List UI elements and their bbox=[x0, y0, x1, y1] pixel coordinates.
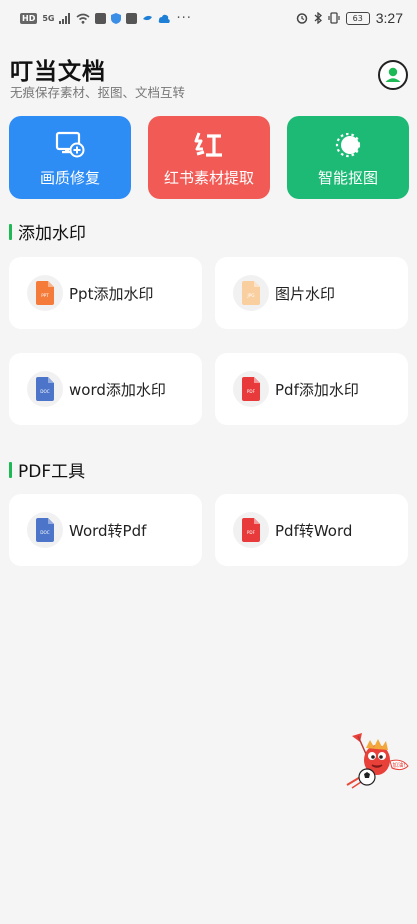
app-notification-icon bbox=[95, 12, 107, 24]
icon-circle: DOC bbox=[27, 512, 63, 548]
icon-circle: PPT bbox=[27, 275, 63, 311]
file-badge-text: PDF bbox=[247, 389, 256, 394]
vibrate-icon bbox=[328, 12, 340, 24]
tool-pdf-watermark[interactable]: PDF Pdf添加水印 bbox=[215, 353, 408, 425]
mail-notification-icon bbox=[126, 12, 138, 24]
tool-label: word添加水印 bbox=[69, 381, 166, 399]
tool-label: Pdf转Word bbox=[275, 522, 353, 540]
tool-pdf-to-word[interactable]: PDF Pdf转Word bbox=[215, 494, 408, 566]
tool-image-watermark[interactable]: JPG 图片水印 bbox=[215, 257, 408, 329]
card-label: 画质修复 bbox=[39, 169, 100, 187]
bird-icon bbox=[143, 15, 153, 20]
section-title: 添加水印 bbox=[18, 224, 86, 244]
icon-circle: DOC bbox=[27, 371, 63, 407]
profile-button[interactable] bbox=[378, 60, 408, 90]
shield-icon bbox=[111, 12, 122, 24]
file-badge-text: PDF bbox=[247, 530, 256, 535]
file-badge-text: DOC bbox=[40, 389, 50, 394]
tool-label: 图片水印 bbox=[275, 285, 336, 303]
icon-circle: PDF bbox=[233, 512, 269, 548]
hong-logo-icon bbox=[194, 132, 222, 157]
card-hongshu-extract[interactable]: 红书素材提取 bbox=[148, 116, 270, 199]
ppt-file-icon: PPT bbox=[36, 281, 54, 305]
status-right: 63 3:27 bbox=[296, 9, 403, 27]
file-badge-text: PPT bbox=[41, 293, 49, 298]
monitor-enhance-icon bbox=[55, 131, 85, 158]
tool-word-watermark[interactable]: DOC word添加水印 bbox=[9, 353, 202, 425]
file-badge-text: DOC bbox=[40, 530, 50, 535]
cloud-icon bbox=[159, 14, 171, 23]
icon-circle: JPG bbox=[233, 275, 269, 311]
cell-signal-icon bbox=[59, 12, 71, 24]
battery-indicator: 63 bbox=[345, 11, 370, 25]
tool-ppt-watermark[interactable]: PPT Ppt添加水印 bbox=[9, 257, 202, 329]
section-accent-bar bbox=[9, 223, 12, 240]
section-watermark-header: 添加水印 bbox=[9, 219, 86, 244]
image-file-icon: JPG bbox=[242, 281, 260, 305]
pdf-file-icon: PDF bbox=[242, 518, 260, 542]
bluetooth-icon bbox=[314, 12, 322, 24]
status-left: HD 5G ··· bbox=[20, 10, 192, 26]
alarm-icon bbox=[296, 13, 307, 24]
card-quality-repair[interactable]: 画质修复 bbox=[9, 116, 131, 199]
more-notifications-icon: ··· bbox=[176, 10, 192, 26]
network-badge: HD bbox=[20, 12, 38, 24]
file-badge-text: JPG bbox=[246, 293, 254, 298]
card-smart-cutout[interactable]: 智能抠图 bbox=[287, 116, 409, 199]
app-subtitle: 无痕保存素材、抠图、文档互转 bbox=[10, 85, 186, 100]
card-label: 智能抠图 bbox=[317, 169, 378, 187]
mascot-soccer-icon: 加油! bbox=[346, 733, 409, 789]
doc-file-icon: DOC bbox=[36, 377, 54, 401]
tool-word-to-pdf[interactable]: DOC Word转Pdf bbox=[9, 494, 202, 566]
status-time: 3:27 bbox=[375, 10, 403, 26]
wifi-icon bbox=[76, 13, 90, 24]
tool-label: Word转Pdf bbox=[69, 522, 147, 540]
section-pdf-header: PDF工具 bbox=[9, 457, 85, 482]
doc-file-icon: DOC bbox=[36, 518, 54, 542]
mascot-text: 加油! bbox=[392, 761, 405, 769]
pdf-file-icon: PDF bbox=[242, 377, 260, 401]
section-accent-bar bbox=[9, 461, 12, 478]
app-title: 叮当文档 bbox=[10, 59, 106, 85]
status-bar: HD 5G ··· 63 3:27 bbox=[0, 0, 417, 36]
user-avatar-icon bbox=[385, 67, 401, 82]
section-title: PDF工具 bbox=[18, 462, 86, 482]
smart-cutout-icon bbox=[335, 132, 361, 158]
icon-circle: PDF bbox=[233, 371, 269, 407]
card-label: 红书素材提取 bbox=[163, 169, 254, 187]
floating-mascot[interactable]: 加油! bbox=[344, 730, 410, 794]
tool-label: Pdf添加水印 bbox=[275, 381, 359, 399]
signal-label: 5G bbox=[42, 13, 55, 23]
tool-label: Ppt添加水印 bbox=[69, 285, 154, 303]
